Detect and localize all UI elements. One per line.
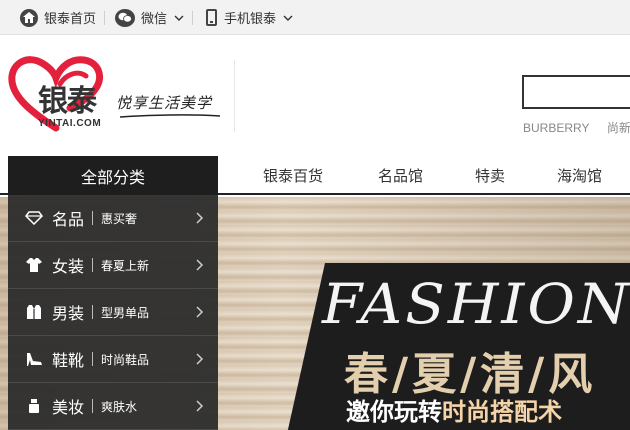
heel-icon: [24, 350, 44, 368]
search-input[interactable]: [522, 75, 630, 109]
brush-stroke: [120, 114, 220, 118]
logo-slogan: 悦享生活美学: [116, 94, 213, 112]
category-name: 女装: [52, 257, 85, 276]
category-list: 名品 惠买奢 女装 春夏上新 男装 型男单品 鞋靴 时尚鞋品 美妆 爽肤水: [8, 195, 218, 430]
divider: [192, 11, 193, 25]
divider: [92, 258, 94, 272]
cosmetics-icon: [24, 397, 44, 415]
chevron-right-icon: [196, 400, 204, 412]
category-sidebar: 全部分类 名品 惠买奢 女装 春夏上新 男装 型男单品 鞋靴 时尚鞋品 美妆 爽…: [8, 156, 218, 430]
divider: [104, 11, 105, 25]
divider: [92, 305, 94, 319]
wechat-icon: [115, 8, 135, 27]
divider: [92, 211, 94, 225]
dress-icon: [24, 256, 44, 274]
home-icon: [20, 8, 38, 27]
category-title[interactable]: 全部分类: [8, 156, 218, 195]
chevron-right-icon: [196, 212, 204, 224]
chevron-down-icon: [282, 12, 294, 24]
yintai-homepage: 银泰首页 微信 手机银泰 银泰 YINTAI.COM 悦享生活美学 BURBER…: [0, 0, 630, 430]
divider: [92, 399, 94, 413]
tagline-part-b: 时尚搭配术: [442, 398, 562, 426]
nav-item-flash-sale[interactable]: 特卖: [475, 156, 505, 195]
wechat-label: 微信: [141, 12, 168, 27]
logo-brand-en: YINTAI.COM: [38, 118, 102, 129]
chevron-right-icon: [196, 306, 204, 318]
category-desc: 型男单品: [101, 305, 150, 320]
tagline-part-a: 邀你玩转: [346, 398, 442, 426]
home-link-label: 银泰首页: [44, 12, 97, 27]
category-item-mens[interactable]: 男装 型男单品: [8, 289, 218, 336]
mobile-menu[interactable]: 手机银泰: [206, 0, 294, 35]
category-item-womens[interactable]: 女装 春夏上新: [8, 242, 218, 289]
site-logo[interactable]: 银泰 YINTAI.COM 悦享生活美学: [8, 52, 228, 136]
hot-word-link[interactable]: BURBERRY: [523, 121, 589, 135]
banner-headline-en: FASHION: [322, 271, 630, 337]
wechat-menu[interactable]: 微信: [115, 0, 185, 35]
home-link[interactable]: 银泰首页: [20, 0, 96, 35]
suit-icon: [24, 303, 44, 321]
chevron-down-icon: [173, 12, 185, 24]
category-item-shoes[interactable]: 鞋靴 时尚鞋品: [8, 336, 218, 383]
hot-search-words: BURBERRY 尚新: [523, 119, 630, 136]
mobile-label: 手机银泰: [224, 12, 277, 27]
category-desc: 爽肤水: [101, 399, 138, 414]
category-name: 男装: [52, 304, 85, 323]
diamond-icon: [24, 209, 44, 227]
category-desc: 惠买奢: [101, 211, 138, 226]
category-item-beauty[interactable]: 美妆 爽肤水: [8, 383, 218, 430]
chevron-right-icon: [196, 259, 204, 271]
category-desc: 时尚鞋品: [101, 352, 150, 367]
category-name: 鞋靴: [52, 351, 85, 370]
category-desc: 春夏上新: [101, 258, 150, 273]
category-item-luxury[interactable]: 名品 惠买奢: [8, 195, 218, 242]
header-divider: [234, 60, 235, 132]
top-utility-bar: 银泰首页 微信 手机银泰: [0, 0, 630, 35]
divider: [92, 352, 94, 366]
hot-word-link[interactable]: 尚新: [607, 121, 630, 135]
nav-item-global[interactable]: 海淘馆: [557, 156, 602, 195]
category-name: 名品: [52, 210, 85, 229]
phone-icon: [206, 9, 217, 26]
nav-item-department-store[interactable]: 银泰百货: [263, 156, 323, 195]
logo-brand-cn: 银泰: [38, 84, 97, 119]
nav-item-luxury[interactable]: 名品馆: [378, 156, 423, 195]
category-name: 美妆: [52, 398, 85, 417]
chevron-right-icon: [196, 353, 204, 365]
banner-tagline: 邀你玩转时尚搭配术: [346, 392, 562, 427]
